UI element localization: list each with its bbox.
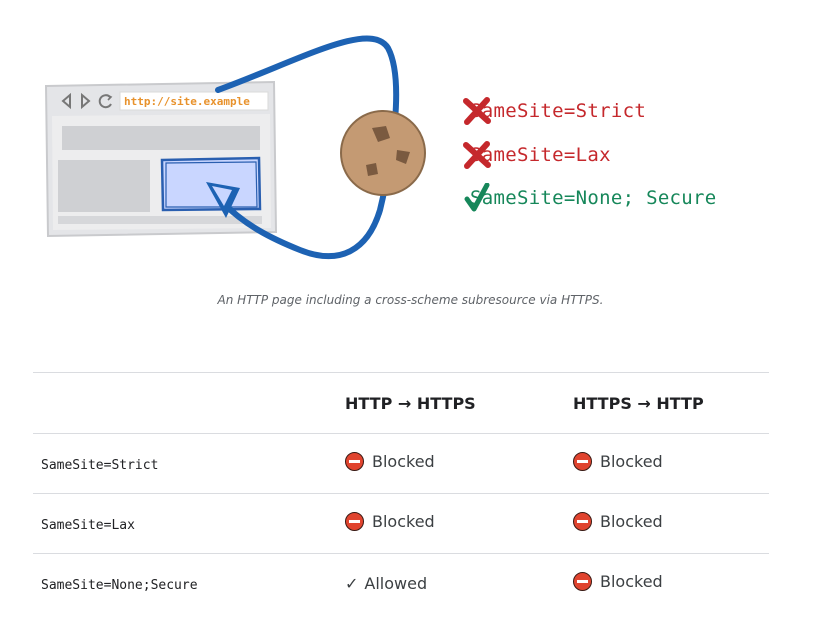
table-row: SameSite=Strict Blocked Blocked [33, 433, 769, 494]
table-header-empty [33, 372, 337, 434]
status-text: Blocked [372, 451, 435, 471]
rule-none-secure: SameSite=None; Secure [462, 183, 717, 213]
attribute-cell: SameSite=Strict [41, 457, 159, 473]
table-header-row: HTTP → HTTPS HTTPS → HTTP [33, 372, 769, 434]
blocked-icon [345, 451, 364, 471]
status-cell: Blocked [573, 511, 663, 531]
table-header-https-to-http: HTTPS → HTTP [565, 372, 769, 434]
attribute-cell: SameSite=None;Secure [41, 577, 198, 593]
cross-icon [463, 141, 491, 169]
cross-icon [463, 97, 491, 125]
status-cell: Blocked [573, 571, 663, 591]
status-text: Allowed [364, 573, 428, 593]
figure-caption: An HTTP page including a cross-scheme su… [217, 293, 604, 307]
status-text: Blocked [600, 511, 663, 531]
status-text: Blocked [372, 511, 435, 531]
status-cell: Blocked [345, 451, 435, 471]
status-cell: ✓ Allowed [345, 574, 427, 593]
table-row: SameSite=None;Secure ✓ Allowed Blocked [33, 553, 769, 613]
check-icon [464, 183, 490, 212]
blocked-icon [345, 511, 364, 531]
status-text: Blocked [600, 571, 663, 591]
cookie-icon [340, 110, 426, 196]
rule-label: SameSite=Strict [470, 100, 647, 122]
browser-window: http://site.example [44, 80, 278, 238]
url-text: http://site.example [124, 95, 250, 108]
rule-strict: SameSite=Strict [462, 96, 646, 126]
rule-lax: SameSite=Lax [462, 140, 611, 170]
browser-window-illustration: http://site.example [44, 35, 426, 260]
rule-label: SameSite=None; Secure [470, 187, 717, 209]
comparison-table: HTTP → HTTPS HTTPS → HTTP SameSite=Stric… [33, 372, 769, 613]
attribute-cell: SameSite=Lax [41, 517, 135, 533]
table-header-http-to-https: HTTP → HTTPS [337, 372, 565, 434]
status-cell: Blocked [345, 511, 435, 531]
blocked-icon [573, 451, 592, 471]
blocked-icon [573, 511, 592, 531]
check-icon: ✓ [345, 573, 359, 593]
table-row: SameSite=Lax Blocked Blocked [33, 493, 769, 554]
status-cell: Blocked [573, 451, 663, 471]
status-text: Blocked [600, 451, 663, 471]
blocked-icon [573, 571, 592, 591]
figure: http://site.example SameSite=Strict Same… [0, 0, 821, 290]
